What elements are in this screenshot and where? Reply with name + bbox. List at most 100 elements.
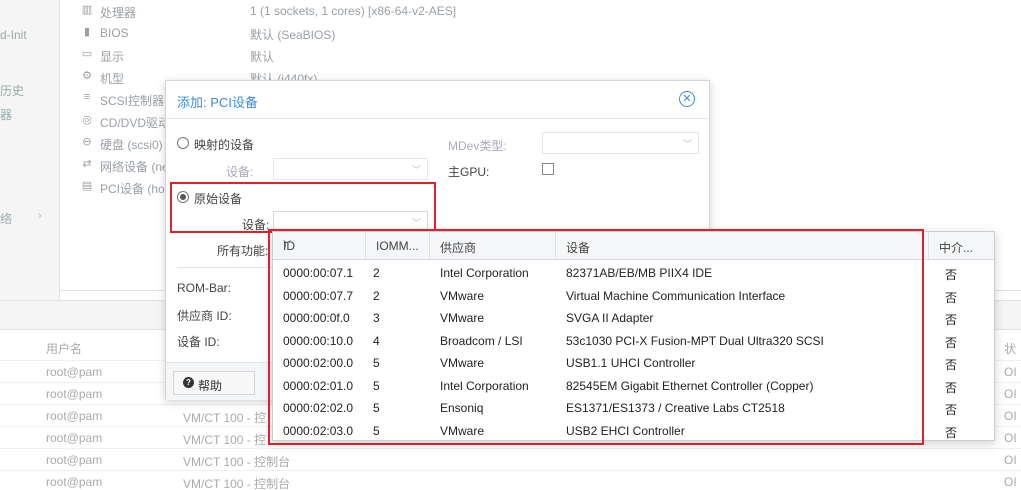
nav-item[interactable]: d-Init xyxy=(0,28,27,42)
cell-vendor: Intel Corporation xyxy=(440,266,529,280)
column-header-device-label: 设备 xyxy=(566,241,591,255)
column-divider xyxy=(366,260,367,440)
nav-item[interactable]: 器 xyxy=(0,106,12,123)
cell-vendor: VMware xyxy=(440,311,485,325)
hardware-row[interactable]: ▭ 显示 默认 xyxy=(60,44,1021,66)
task-desc: VM/CT 100 - 控 xyxy=(183,411,267,425)
grid-row[interactable]: 0000:00:0f.0 3 VMware SVGA II Adapter 否 xyxy=(273,306,994,328)
grid-row[interactable]: 0000:02:02.0 5 Ensoniq ES1371/ES1373 / Crea… xyxy=(273,396,994,418)
column-header-vendor[interactable]: 供应商 xyxy=(430,232,556,260)
grid-row[interactable]: 0000:02:01.0 5 Intel Corporation 82545EM Gi… xyxy=(273,374,994,396)
task-user: root@pam xyxy=(46,365,103,379)
mapped-device-field-label: 设备: xyxy=(226,165,254,179)
column-header-status[interactable]: 状 xyxy=(1004,340,1016,357)
vendor-id-label: 供应商 ID: xyxy=(177,309,232,323)
cell-id: 0000:00:07.7 xyxy=(283,288,354,303)
device-id-label: 设备 ID: xyxy=(177,335,220,349)
hardware-row[interactable]: ▮ BIOS 默认 (SeaBIOS) xyxy=(60,22,1021,44)
column-header-id[interactable]: ID ↑ ﹀ xyxy=(273,232,366,260)
cell-mediated: 否 xyxy=(945,358,958,372)
cell-vendor: VMware xyxy=(440,423,485,438)
column-header-device[interactable]: 设备 xyxy=(556,232,929,260)
hardware-icon: ▤ xyxy=(81,180,93,192)
hardware-icon: ⇄ xyxy=(82,158,92,170)
chevron-down-icon[interactable]: ﹀ xyxy=(283,239,291,250)
cell-device: 82371AB/EB/MB PIIX4 IDE xyxy=(566,266,713,280)
task-user: root@pam xyxy=(46,409,103,423)
mapped-device-select[interactable]: ﹀ xyxy=(273,158,428,180)
grid-row[interactable]: 0000:00:10.0 4 Broadcom / LSI 53c1030 PCI-X… xyxy=(273,329,994,351)
raw-device-select[interactable]: ﹀ xyxy=(273,211,428,233)
cell-mediated: 否 xyxy=(945,313,958,327)
hardware-name: PCI设备 (host xyxy=(100,182,175,196)
hardware-name: 硬盘 (scsi0) xyxy=(100,138,163,152)
nav-item[interactable]: 历史 xyxy=(0,82,24,99)
cell-id: 0000:02:01.0 xyxy=(283,378,354,393)
cell-mediated: 否 xyxy=(945,335,958,350)
column-divider xyxy=(929,260,930,440)
cell-iommu: 5 xyxy=(373,356,380,370)
cell-iommu: 5 xyxy=(373,401,380,415)
task-status: OI xyxy=(1004,431,1017,445)
column-header-mediated-label: 中介... xyxy=(939,241,974,255)
cell-device: 82545EM Gigabit Ethernet Controller (Cop… xyxy=(566,378,814,393)
hardware-value: 默认 (SeaBIOS) xyxy=(250,28,336,42)
task-desc: VM/CT 100 - 控 xyxy=(183,433,267,447)
cell-iommu: 3 xyxy=(373,311,380,325)
cell-vendor: VMware xyxy=(440,288,485,303)
hardware-name: SCSI控制器 xyxy=(100,94,165,108)
hardware-icon: ⚙ xyxy=(82,70,92,82)
rom-bar-label: ROM-Bar: xyxy=(177,281,231,295)
cell-vendor: Intel Corporation xyxy=(440,378,529,393)
cell-vendor: VMware xyxy=(440,356,485,370)
hardware-name: 显示 xyxy=(100,50,125,64)
dialog-header: 添加: PCI设备 ✕ xyxy=(166,81,709,119)
grid-row[interactable]: 0000:00:07.7 2 VMware Virtual Machine Commu… xyxy=(273,284,994,306)
mdev-type-select[interactable]: ﹀ xyxy=(542,132,699,154)
cell-mediated: 否 xyxy=(945,380,958,395)
primary-gpu-checkbox[interactable] xyxy=(542,163,554,175)
close-icon[interactable]: ✕ xyxy=(679,91,695,107)
cell-mediated: 否 xyxy=(945,290,958,305)
task-row[interactable]: root@pam VM/CT 100 - 控制台 OI xyxy=(0,448,1021,470)
raw-device-label: 原始设备 xyxy=(194,192,243,206)
column-header-vendor-label: 供应商 xyxy=(440,241,477,255)
raw-device-radio[interactable] xyxy=(177,191,189,203)
cell-id: 0000:00:07.1 xyxy=(283,266,354,280)
hardware-icon: ▥ xyxy=(81,4,93,16)
cell-mediated: 否 xyxy=(945,425,958,440)
cell-iommu: 5 xyxy=(373,378,380,393)
cell-iommu: 5 xyxy=(373,423,380,438)
cell-device: USB2 EHCI Controller xyxy=(566,423,685,438)
task-desc: VM/CT 100 - 控制台 xyxy=(183,477,291,490)
column-header-user[interactable]: 用户名 xyxy=(46,340,82,357)
column-header-mediated[interactable]: 中介... xyxy=(929,232,994,260)
cell-id: 0000:02:00.0 xyxy=(283,356,354,370)
hardware-name: CD/DVD驱动 xyxy=(100,116,171,130)
hardware-name: BIOS xyxy=(100,26,129,40)
grid-row[interactable]: 0000:02:00.0 5 VMware USB1.1 UHCI Controlle… xyxy=(273,351,994,373)
grid-header: ID ↑ ﹀ IOMM... 供应商 设备 中介... xyxy=(273,232,994,260)
task-status: OI xyxy=(1004,387,1017,401)
cell-id: 0000:00:10.0 xyxy=(283,333,354,348)
grid-row[interactable]: 0000:00:07.1 2 Intel Corporation 82371AB/EB… xyxy=(273,261,994,283)
task-user: root@pam xyxy=(46,431,103,445)
mdev-type-label: MDev类型: xyxy=(448,139,507,153)
task-status: OI xyxy=(1004,453,1017,467)
primary-gpu-label: 主GPU: xyxy=(448,165,490,179)
task-status: OI xyxy=(1004,475,1017,489)
grid-row[interactable]: 0000:02:03.0 5 VMware USB2 EHCI Controller 否 xyxy=(273,419,994,441)
cell-mediated: 否 xyxy=(945,268,958,282)
cell-mediated: 否 xyxy=(945,403,958,417)
device-picker-grid[interactable]: ID ↑ ﹀ IOMM... 供应商 设备 中介... 0000:00:07.1… xyxy=(272,231,995,441)
mapped-device-radio[interactable] xyxy=(177,137,189,149)
cell-device: SVGA II Adapter xyxy=(566,311,654,325)
task-row[interactable]: root@pam VM/CT 100 - 控制台 OI xyxy=(0,470,1021,490)
help-button[interactable]: ? 帮助 xyxy=(173,371,255,395)
task-desc: VM/CT 100 - 控制台 xyxy=(183,455,291,469)
chevron-right-icon[interactable]: › xyxy=(38,210,42,222)
nav-item[interactable]: 络 xyxy=(0,210,12,227)
cell-vendor: Ensoniq xyxy=(440,401,484,415)
hardware-row[interactable]: ▥ 处理器 1 (1 sockets, 1 cores) [x86-64-v2-AE… xyxy=(60,0,1021,22)
column-header-iommu[interactable]: IOMM... xyxy=(366,232,430,260)
